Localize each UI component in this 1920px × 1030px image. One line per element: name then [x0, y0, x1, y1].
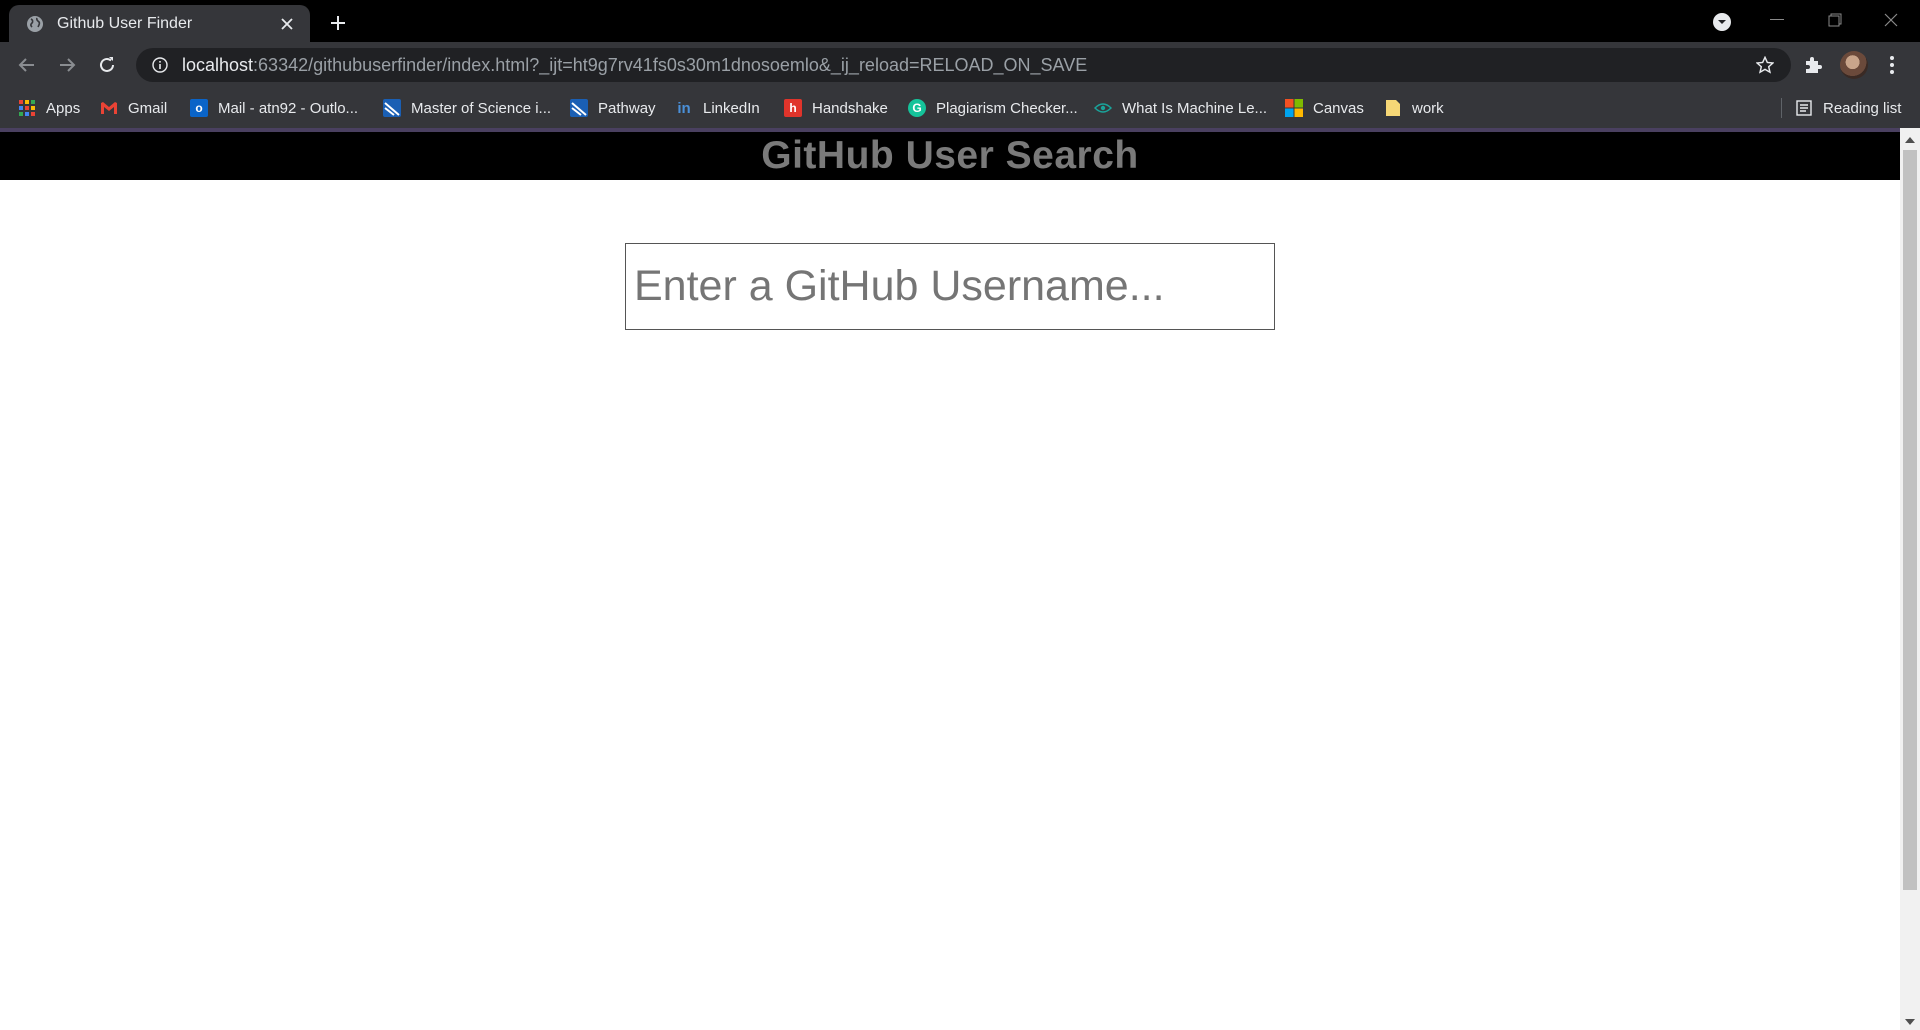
extensions-puzzle-icon[interactable]	[1800, 51, 1826, 79]
site-header: GitHub User Search	[0, 132, 1900, 180]
bookmark-pathway[interactable]: Pathway	[570, 96, 656, 120]
close-tab-icon[interactable]	[276, 13, 298, 35]
profile-avatar[interactable]	[1840, 51, 1868, 79]
outlook-icon: o	[190, 99, 208, 117]
grammarly-icon: G	[908, 99, 926, 117]
tab-title: Github User Finder	[57, 14, 193, 32]
scroll-up-arrow-icon[interactable]	[1900, 132, 1920, 148]
tab-strip: Github User Finder	[0, 0, 1920, 42]
handshake-icon: h	[784, 99, 802, 117]
bookmark-label: Handshake	[812, 99, 888, 117]
bookmark-outlook-mail[interactable]: o Mail - atn92 - Outlo...	[190, 96, 358, 120]
reading-list-label: Reading list	[1823, 99, 1902, 117]
apps-grid-icon	[18, 99, 36, 117]
bookmark-label: Pathway	[598, 99, 656, 117]
bookmark-label: Plagiarism Checker...	[936, 99, 1078, 117]
bookmark-label: Gmail	[128, 99, 168, 117]
back-arrow-icon[interactable]	[10, 48, 44, 82]
bookmark-label: work	[1412, 99, 1444, 117]
scroll-down-arrow-icon[interactable]	[1900, 1014, 1920, 1030]
new-tab-button[interactable]	[325, 10, 351, 36]
reading-list-icon	[1795, 99, 1813, 117]
bookmarks-separator	[1781, 98, 1782, 118]
address-bar[interactable]: localhost:63342/githubuserfinder/index.h…	[136, 48, 1791, 82]
bookmark-apps[interactable]: Apps	[18, 96, 80, 120]
bookmark-machine-learning[interactable]: What Is Machine Le...	[1094, 96, 1267, 120]
folder-icon	[1384, 99, 1402, 117]
bookmark-master-of-science[interactable]: Master of Science i...	[383, 96, 551, 120]
bookmark-label: Canvas	[1313, 99, 1364, 117]
restore-icon[interactable]	[1806, 0, 1864, 40]
url-host: localhost	[182, 54, 254, 75]
page-scrollbar[interactable]	[1900, 128, 1920, 1030]
scrollbar-thumb[interactable]	[1903, 150, 1917, 890]
university-icon	[570, 99, 588, 117]
bookmark-label: What Is Machine Le...	[1122, 99, 1268, 117]
forward-arrow-icon[interactable]	[50, 48, 84, 82]
bookmark-canvas[interactable]: Canvas	[1285, 96, 1364, 120]
github-username-search-input[interactable]	[625, 243, 1275, 330]
bookmark-label: Master of Science i...	[411, 99, 552, 117]
bookmark-folder-work[interactable]: work	[1384, 96, 1444, 120]
linkedin-icon: in	[677, 99, 691, 117]
bookmark-handshake[interactable]: h Handshake	[784, 96, 888, 120]
bookmark-star-icon[interactable]	[1755, 55, 1775, 75]
page-viewport: GitHub User Search	[0, 132, 1900, 1030]
bookmark-label: Apps	[46, 99, 81, 117]
university-icon	[383, 99, 401, 117]
microsoft-icon	[1285, 99, 1303, 117]
kebab-menu-icon[interactable]	[1880, 51, 1904, 79]
eye-icon	[1094, 99, 1112, 117]
browser-tab[interactable]: Github User Finder	[9, 5, 310, 42]
bookmark-label: LinkedIn	[703, 99, 760, 117]
bookmark-linkedin[interactable]: in LinkedIn	[675, 96, 760, 120]
tab-search-icon[interactable]	[1710, 10, 1734, 34]
url-path: :63342/githubuserfinder/index.html?_ijt=…	[253, 54, 1088, 75]
info-icon[interactable]	[150, 55, 170, 75]
minimize-icon[interactable]	[1748, 0, 1806, 40]
reload-icon[interactable]	[90, 48, 124, 82]
browser-toolbar: localhost:63342/githubuserfinder/index.h…	[0, 42, 1920, 88]
page-title: GitHub User Search	[761, 134, 1139, 177]
bookmark-label: Mail - atn92 - Outlo...	[218, 99, 359, 117]
globe-icon	[25, 14, 45, 34]
gmail-icon	[100, 99, 118, 117]
bookmarks-bar: Apps Gmail o Mail - atn92 - Outlo... Mas…	[0, 88, 1920, 128]
bookmark-gmail[interactable]: Gmail	[100, 96, 167, 120]
reading-list-button[interactable]: Reading list	[1795, 96, 1901, 120]
url-text: localhost:63342/githubuserfinder/index.h…	[182, 55, 1087, 76]
close-window-icon[interactable]	[1862, 0, 1920, 40]
bookmark-plagiarism-checker[interactable]: G Plagiarism Checker...	[908, 96, 1078, 120]
